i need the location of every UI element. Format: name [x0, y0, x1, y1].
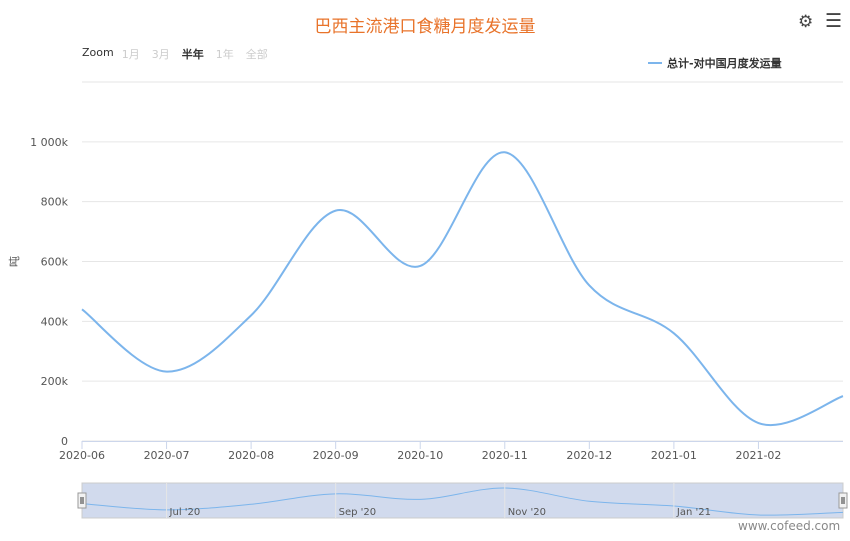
y-tick-label: 0: [61, 435, 68, 448]
navigator-handle-body: [77, 492, 87, 509]
chart-title: 巴西主流港口食糖月度发运量: [314, 17, 536, 37]
zoom-button-all[interactable]: 全部: [246, 46, 268, 62]
y-tick-label: 400k: [41, 315, 69, 328]
x-tick-label: 2021-01: [651, 449, 697, 462]
zoom-button-1m[interactable]: 1月: [122, 46, 140, 62]
x-tick-label: 2020-06: [59, 449, 105, 462]
legend-item[interactable]: 总计-对中国月度发运量: [648, 55, 782, 71]
gear-icon[interactable]: ⚙: [798, 14, 813, 31]
x-tick-label: 2020-07: [144, 449, 190, 462]
navigator-handle[interactable]: [838, 492, 848, 509]
hamburger-menu-icon[interactable]: ☰: [825, 12, 842, 31]
y-axis-label: 吨: [8, 256, 21, 267]
y-tick-label: 600k: [41, 256, 69, 269]
y-tick-label: 200k: [41, 375, 69, 388]
watermark: www.cofeed.com: [738, 519, 841, 533]
x-tick-label: 2020-12: [566, 449, 612, 462]
x-tick-label: 2021-02: [735, 449, 781, 462]
zoom-label: Zoom: [82, 46, 114, 59]
y-tick-label: 1 000k: [30, 136, 68, 149]
chart-page: 巴西主流港口食糖月度发运量 ⚙ ☰ Zoom 1月 3月 半年 1年 全部 总计…: [0, 0, 850, 541]
navigator-mask: [81, 482, 844, 519]
x-tick-label: 2020-10: [397, 449, 443, 462]
line-chart: 0 200k 400k 600k 800k 1 000k 吨 2020-06 2020-07 20…: [8, 81, 848, 519]
x-tick-label: 2020-11: [482, 449, 528, 462]
navigator-label: Nov '20: [508, 507, 546, 518]
navigator-label: Jul '20: [169, 507, 201, 518]
zoom-button-3m[interactable]: 3月: [152, 46, 170, 62]
navigator-series: [81, 487, 844, 516]
navigator-handle[interactable]: [77, 492, 87, 509]
x-tick-label: 2020-09: [313, 449, 359, 462]
series-line: [81, 151, 844, 426]
zoom-button-1y[interactable]: 1年: [216, 46, 234, 62]
y-tick-label: 800k: [41, 196, 69, 209]
navigator-label: Jan '21: [676, 507, 711, 518]
legend-line-marker: [648, 62, 662, 64]
navigator-handle-body: [838, 492, 848, 509]
zoom-selector: Zoom 1月 3月 半年 1年 全部: [82, 46, 280, 62]
navigator-label: Sep '20: [339, 507, 377, 518]
zoom-button-6m[interactable]: 半年: [182, 46, 204, 62]
x-tick-label: 2020-08: [228, 449, 274, 462]
legend-label: 总计-对中国月度发运量: [667, 57, 782, 70]
